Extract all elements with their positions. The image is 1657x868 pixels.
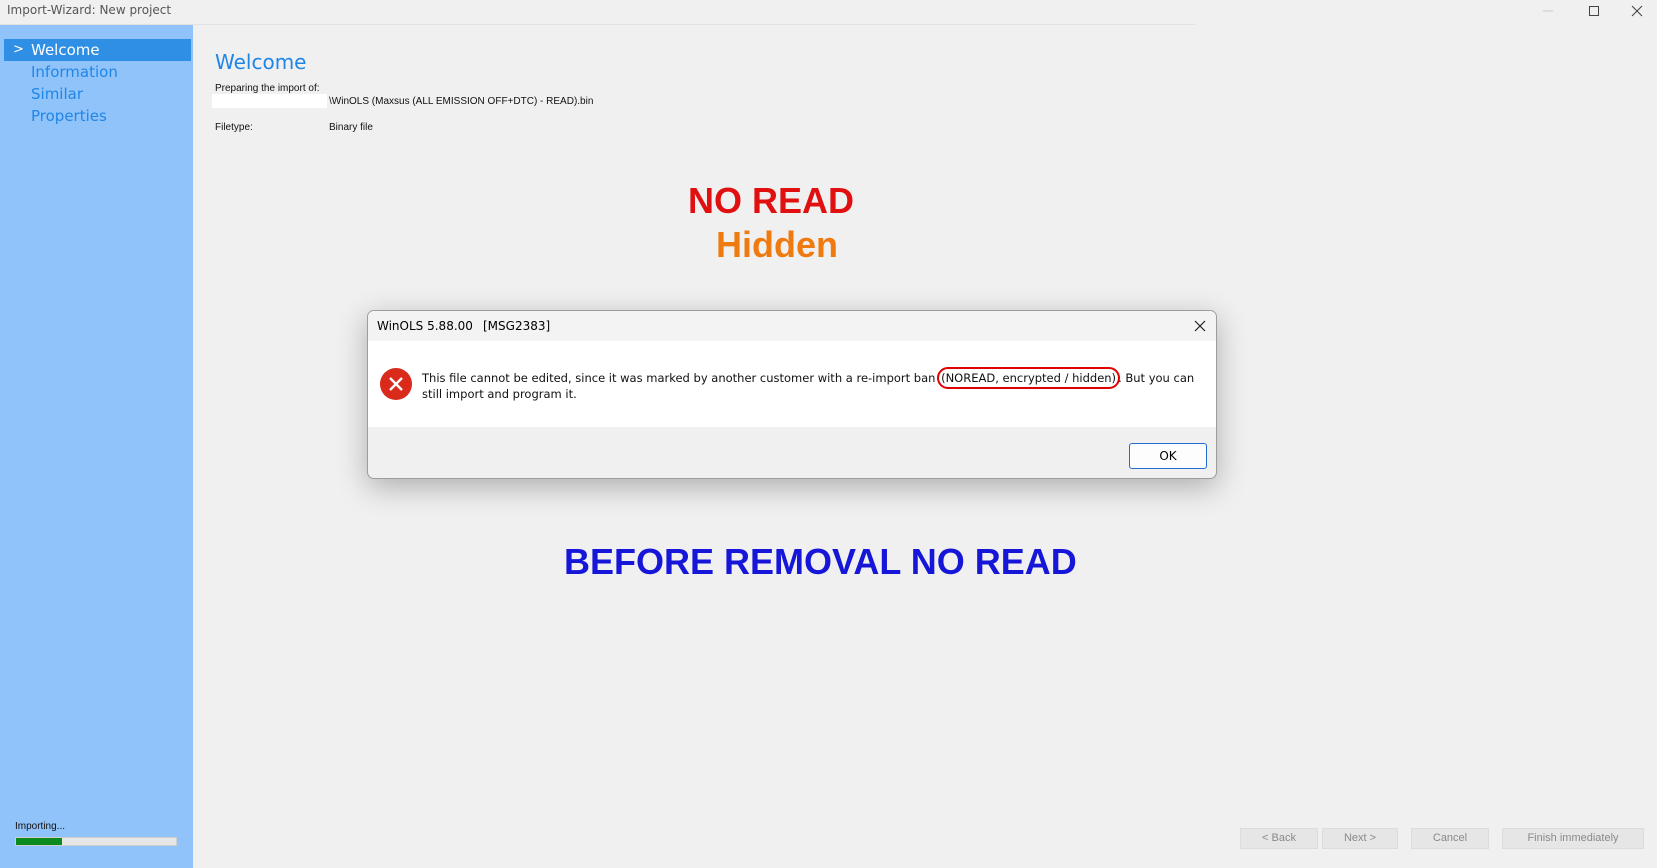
redacted-path	[212, 94, 327, 108]
status-text: Importing...	[15, 821, 66, 832]
sidebar-item-label: Information	[31, 63, 118, 81]
sidebar-item-welcome[interactable]: > Welcome	[4, 39, 191, 61]
finish-immediately-button[interactable]: Finish immediately	[1502, 828, 1644, 849]
window-title: Import-Wizard: New project	[7, 3, 172, 17]
maximize-icon[interactable]	[1574, 0, 1614, 22]
filetype-label: Filetype:	[215, 122, 253, 133]
cancel-button[interactable]: Cancel	[1411, 828, 1489, 849]
dialog-message: This file cannot be edited, since it was…	[422, 367, 1209, 402]
sidebar-item-label: Similar	[31, 85, 83, 103]
sidebar-item-information[interactable]: Information	[4, 61, 191, 83]
file-name: \WinOLS (Maxsus (ALL EMISSION OFF+DTC) -…	[329, 96, 594, 107]
message-highlight: (NOREAD, encrypted / hidden)	[937, 367, 1121, 389]
ok-button[interactable]: OK	[1129, 443, 1207, 469]
sidebar-item-properties[interactable]: Properties	[4, 105, 191, 127]
progress-fill	[16, 838, 63, 845]
import-progress-bar	[15, 837, 177, 846]
chevron-right-icon: >	[13, 42, 24, 57]
page-title: Welcome	[215, 50, 307, 74]
dialog-title: WinOLS 5.88.00	[377, 319, 473, 333]
sidebar-item-similar[interactable]: Similar	[4, 83, 191, 105]
annotation-no-read: NO READ	[688, 180, 855, 221]
error-dialog: WinOLS 5.88.00 [MSG2383] This file canno…	[367, 310, 1217, 479]
sidebar-item-label: Welcome	[31, 41, 100, 59]
minimize-icon[interactable]	[1528, 0, 1568, 22]
dialog-body: This file cannot be edited, since it was…	[368, 341, 1216, 427]
annotation-hidden: Hidden	[716, 224, 838, 265]
back-button[interactable]: < Back	[1240, 828, 1318, 849]
close-icon[interactable]	[1190, 316, 1210, 336]
annotation-before-removal: BEFORE REMOVAL NO READ	[564, 541, 1077, 582]
close-icon[interactable]	[1617, 0, 1657, 22]
window-titlebar: Import-Wizard: New project	[0, 0, 1657, 25]
preparing-label: Preparing the import of:	[215, 83, 320, 94]
error-icon	[380, 368, 412, 400]
filetype-value: Binary file	[329, 122, 373, 133]
dialog-message-code: [MSG2383]	[483, 319, 551, 333]
next-button[interactable]: Next >	[1322, 828, 1398, 849]
dialog-titlebar: WinOLS 5.88.00 [MSG2383]	[368, 311, 1216, 341]
sidebar-item-label: Properties	[31, 107, 107, 125]
wizard-sidebar: > Welcome Information Similar Properties	[0, 25, 193, 868]
message-text-start: This file cannot be edited, since it was…	[422, 371, 940, 385]
